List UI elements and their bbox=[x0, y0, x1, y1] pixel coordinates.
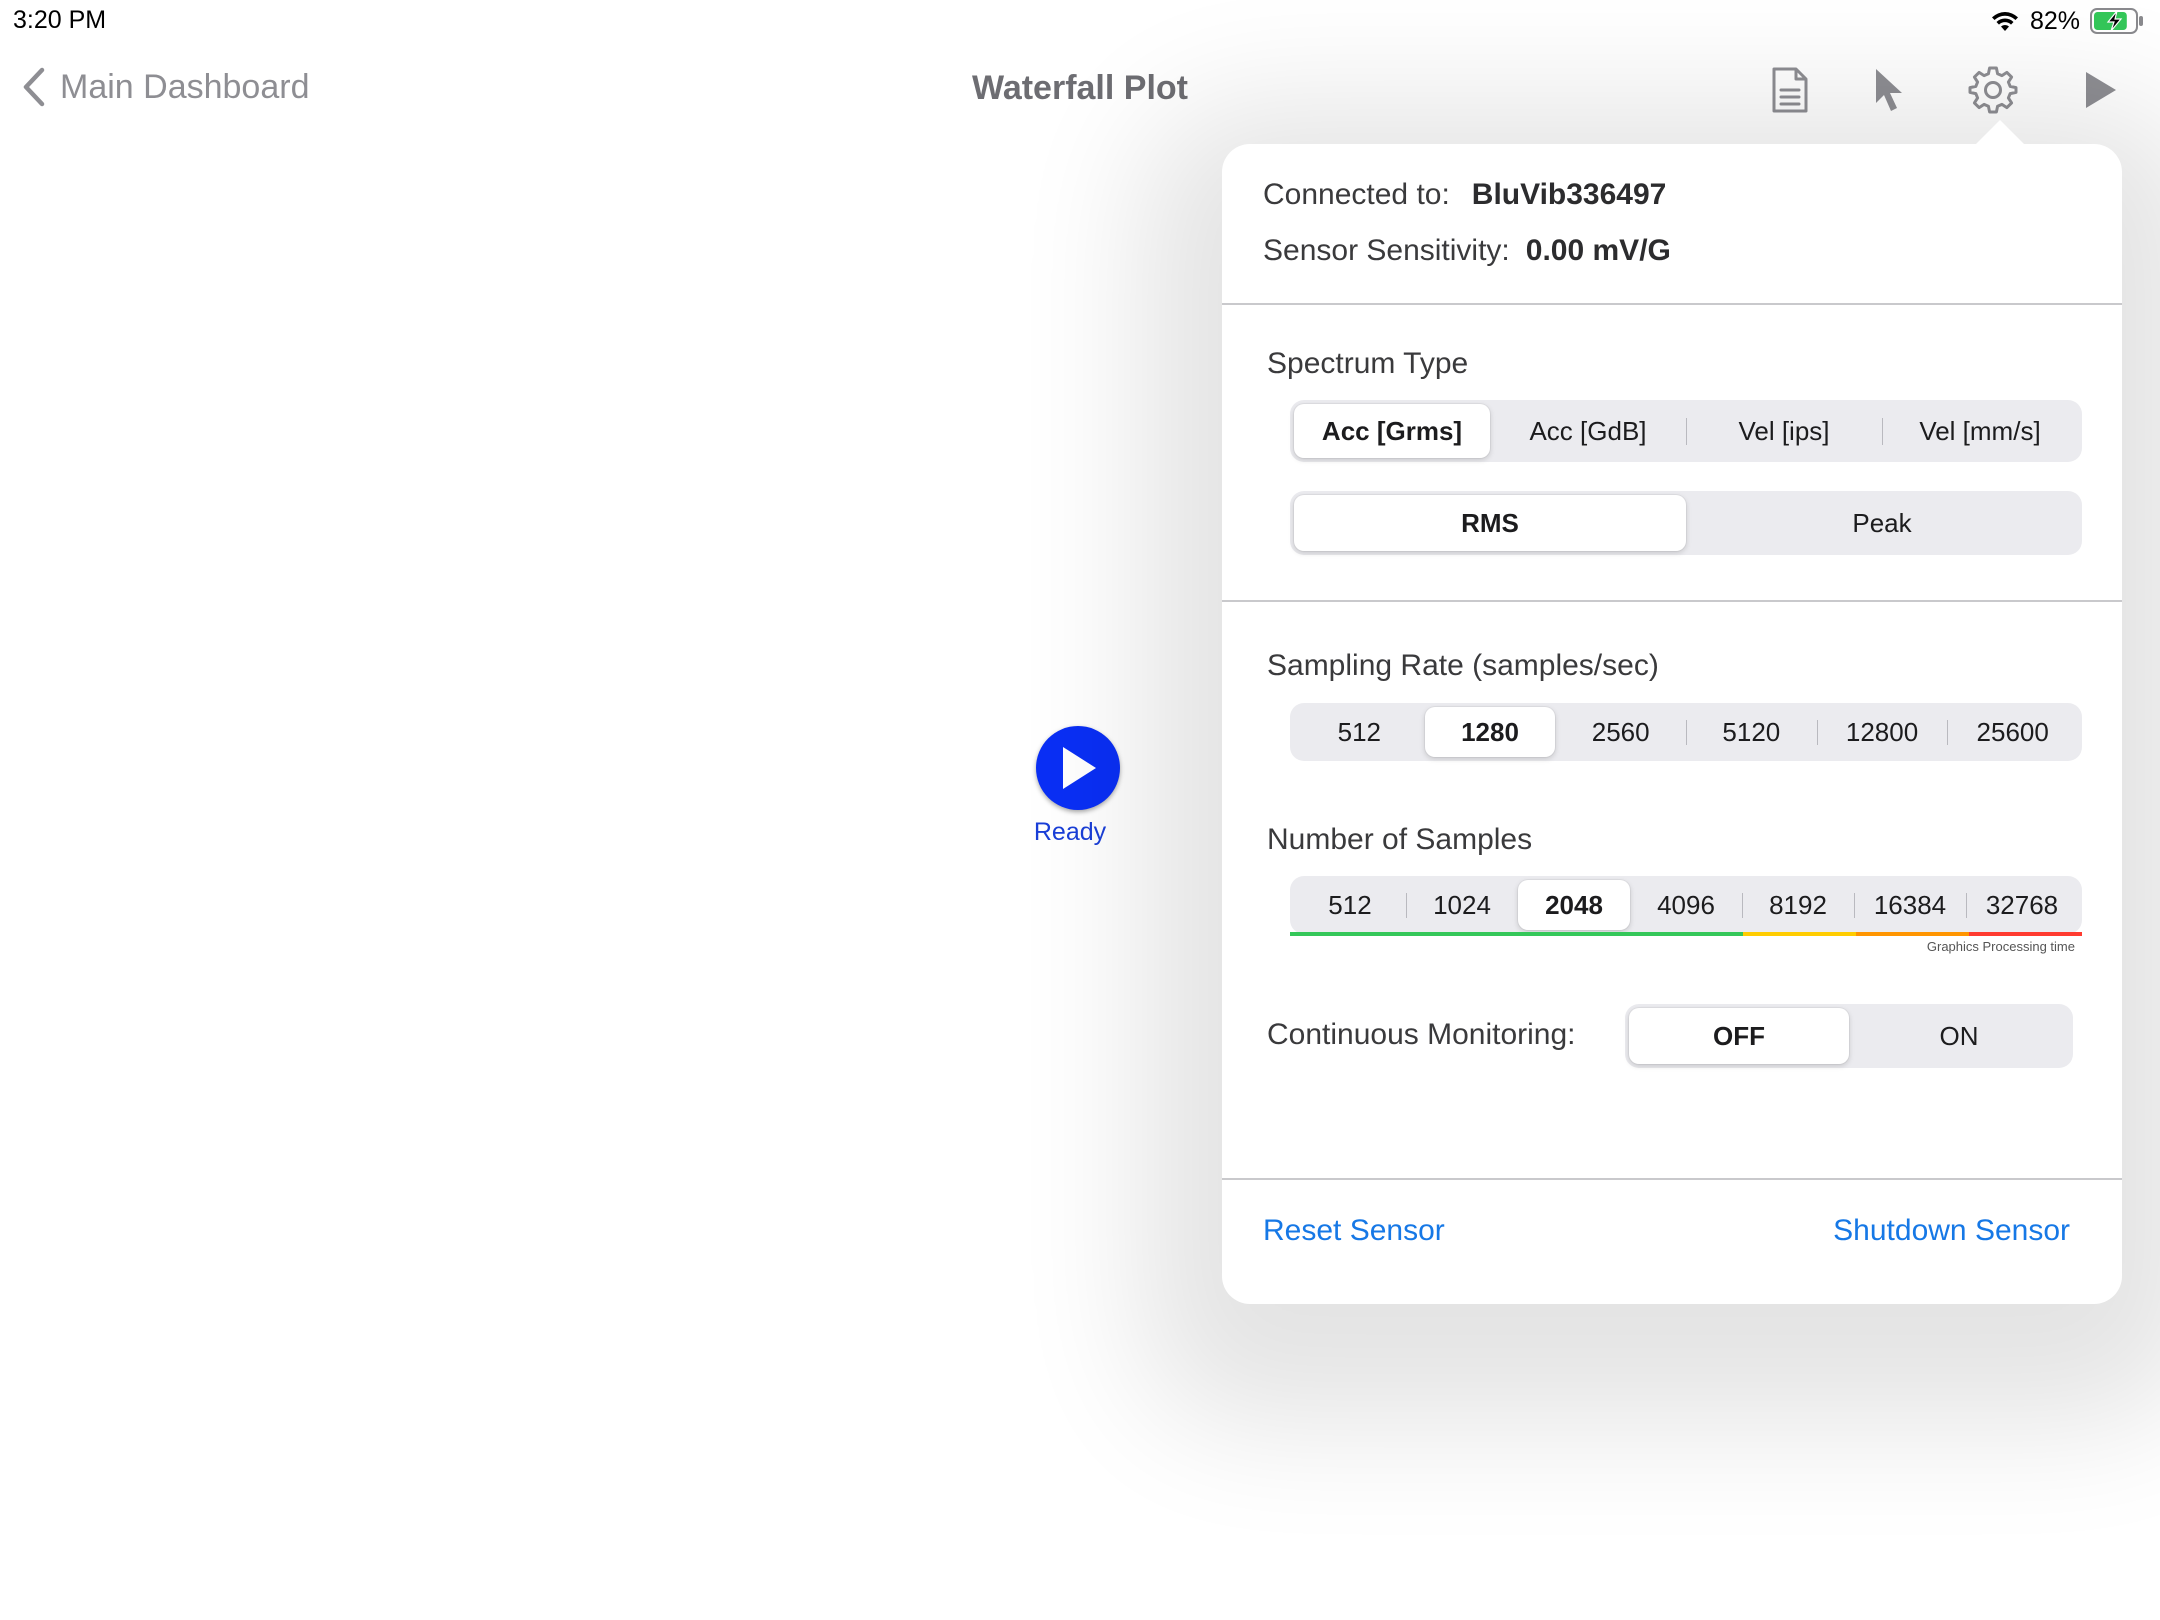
sampling-rate-option[interactable]: 5120 bbox=[1686, 707, 1817, 757]
divider bbox=[1222, 303, 2122, 305]
spectrum-option[interactable]: Vel [mm/s] bbox=[1882, 404, 2078, 458]
samples-option[interactable]: 1024 bbox=[1406, 880, 1518, 930]
sampling-rate-option[interactable]: 1280 bbox=[1424, 707, 1556, 757]
sampling-rate-option[interactable]: 2560 bbox=[1555, 707, 1686, 757]
connected-row: Connected to: BluVib336497 bbox=[1263, 178, 1666, 212]
spectrum-type-label: Spectrum Type bbox=[1267, 347, 1469, 380]
reset-sensor-button[interactable]: Reset Sensor bbox=[1263, 1214, 1445, 1248]
samples-option[interactable]: 2048 bbox=[1518, 880, 1630, 930]
sensitivity-value: 0.00 mV/G bbox=[1525, 234, 1671, 267]
processing-time-indicator bbox=[1290, 932, 2082, 936]
document-icon bbox=[1772, 67, 1808, 113]
status-indicators: 82% bbox=[1990, 6, 2144, 36]
settings-button[interactable] bbox=[1965, 62, 2021, 118]
cursor-button[interactable] bbox=[1861, 62, 1917, 118]
sensitivity-label: Sensor Sensitivity: bbox=[1263, 234, 1510, 267]
processing-segment bbox=[1516, 932, 1630, 936]
continuous-monitoring-toggle: OFF ON bbox=[1625, 1004, 2073, 1068]
processing-segment bbox=[1968, 932, 2082, 936]
sampling-rate-label: Sampling Rate (samples/sec) bbox=[1267, 649, 1659, 682]
processing-segment bbox=[1290, 932, 1404, 936]
sampling-rate-option[interactable]: 512 bbox=[1294, 707, 1425, 757]
status-bar: 3:20 PM 82% bbox=[0, 0, 2160, 40]
sampling-rate-selector: 512 1280 2560 5120 12800 25600 bbox=[1290, 703, 2082, 761]
page-title: Waterfall Plot bbox=[972, 69, 1188, 107]
pointer-icon bbox=[1876, 69, 1902, 111]
spectrum-type-selector: Acc [Grms] Acc [GdB] Vel [ips] Vel [mm/s… bbox=[1290, 400, 2082, 462]
spectrum-option[interactable]: Acc [Grms] bbox=[1294, 404, 1490, 458]
processing-segment bbox=[1403, 932, 1517, 936]
status-time: 3:20 PM bbox=[13, 6, 107, 34]
battery-charging-icon bbox=[2090, 8, 2143, 34]
spectrum-option[interactable]: Acc [GdB] bbox=[1490, 404, 1686, 458]
samples-option[interactable]: 16384 bbox=[1854, 880, 1966, 930]
samples-option[interactable]: 8192 bbox=[1742, 880, 1854, 930]
navigation-bar: Main Dashboard Waterfall Plot bbox=[0, 40, 2160, 140]
report-button[interactable] bbox=[1762, 62, 1818, 118]
samples-option[interactable]: 512 bbox=[1294, 880, 1406, 930]
divider bbox=[1222, 600, 2122, 602]
processing-segment bbox=[1742, 932, 1856, 936]
sampling-rate-option[interactable]: 12800 bbox=[1816, 707, 1948, 757]
battery-percent: 82% bbox=[2029, 6, 2080, 35]
run-button[interactable] bbox=[2073, 62, 2129, 118]
popover-arrow bbox=[1974, 120, 2026, 146]
amplitude-option[interactable]: Peak bbox=[1686, 495, 2078, 551]
samples-option[interactable]: 32768 bbox=[1966, 880, 2078, 930]
connected-label: Connected to: bbox=[1263, 178, 1450, 211]
play-icon bbox=[2086, 72, 2116, 108]
sensor-settings-popover: Connected to: BluVib336497 Sensor Sensit… bbox=[1222, 144, 2122, 1304]
divider bbox=[1222, 1178, 2122, 1180]
processing-time-caption: Graphics Processing time bbox=[1926, 939, 2075, 954]
spectrum-option[interactable]: Vel [ips] bbox=[1686, 404, 1882, 458]
sensitivity-row: Sensor Sensitivity: 0.00 mV/G bbox=[1263, 234, 1671, 268]
monitoring-option[interactable]: OFF bbox=[1629, 1008, 1849, 1064]
shutdown-sensor-button[interactable]: Shutdown Sensor bbox=[1833, 1214, 2070, 1248]
amplitude-mode-selector: RMS Peak bbox=[1290, 491, 2082, 555]
amplitude-option[interactable]: RMS bbox=[1294, 495, 1686, 551]
sampling-rate-option[interactable]: 25600 bbox=[1947, 707, 2078, 757]
samples-option[interactable]: 4096 bbox=[1630, 880, 1742, 930]
number-of-samples-label: Number of Samples bbox=[1267, 823, 1533, 856]
wifi-icon bbox=[1991, 12, 2018, 31]
number-of-samples-selector: 512 1024 2048 4096 8192 16384 32768 bbox=[1290, 876, 2082, 934]
continuous-monitoring-label: Continuous Monitoring: bbox=[1267, 1018, 1576, 1051]
connected-device-name: BluVib336497 bbox=[1471, 178, 1667, 211]
monitoring-option[interactable]: ON bbox=[1849, 1008, 2069, 1064]
start-measurement-button[interactable] bbox=[1036, 726, 1120, 810]
processing-segment bbox=[1629, 932, 1743, 936]
status-label: Ready bbox=[1033, 818, 1107, 846]
gear-icon bbox=[1968, 66, 2018, 114]
processing-segment bbox=[1855, 932, 1969, 936]
play-icon bbox=[1063, 747, 1096, 789]
